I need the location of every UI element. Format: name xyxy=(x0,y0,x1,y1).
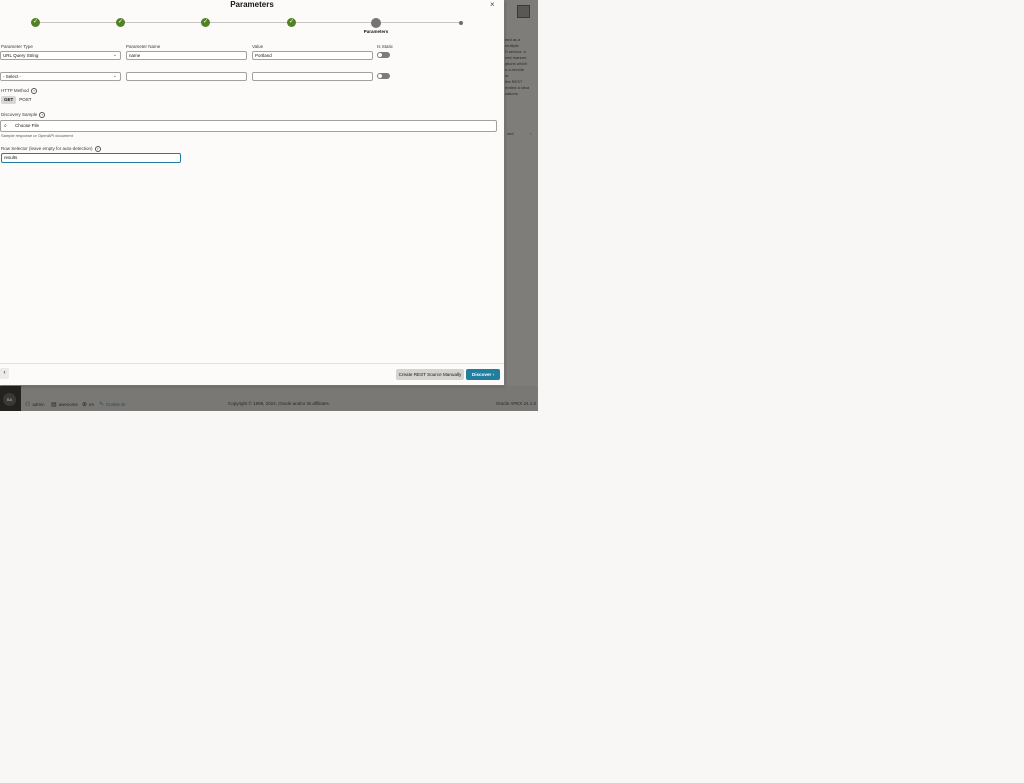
choose-file-button[interactable]: Choose File xyxy=(15,121,39,131)
discover-button[interactable]: Discover › xyxy=(466,369,500,380)
bg-side-text: ved xyxy=(507,131,514,136)
row-selector-input[interactable]: results xyxy=(1,153,181,163)
wizard-progress-line xyxy=(36,22,461,23)
discovery-sample-file-input[interactable]: ⌕ Choose File xyxy=(0,120,497,132)
app-footer xyxy=(0,386,538,411)
user-icon: ⚇ xyxy=(25,402,31,408)
bg-side-line: cations. xyxy=(505,91,519,96)
step-future xyxy=(459,20,463,25)
chevron-down-icon: ⌄ xyxy=(112,52,117,58)
globe-icon: ⊕ xyxy=(82,402,88,408)
avatar-initials: BA xyxy=(3,393,16,406)
footer-language[interactable]: ⊕ en xyxy=(82,401,94,408)
help-icon[interactable]: ? xyxy=(30,88,37,94)
col-value: Value xyxy=(252,44,264,49)
parameter-value-input[interactable]: Portland xyxy=(252,51,373,60)
step-label-current: Parameters xyxy=(363,29,389,34)
step-done-check-icon: ✓ xyxy=(201,18,210,27)
help-icon[interactable]: ? xyxy=(39,112,46,118)
parameter-value-input[interactable] xyxy=(252,72,373,81)
col-is-static: Is Static xyxy=(377,44,394,49)
is-static-toggle[interactable] xyxy=(377,52,390,58)
create-rest-source-manually-button[interactable]: Create REST Source Manually xyxy=(396,369,464,380)
step-done-check-icon: ✓ xyxy=(31,18,40,27)
step-current xyxy=(371,18,381,28)
help-icon[interactable]: ? xyxy=(94,146,101,152)
http-method-post[interactable]: POST xyxy=(16,96,34,104)
close-icon[interactable]: × xyxy=(490,0,495,9)
chevron-down-icon: ⌄ xyxy=(112,73,117,79)
http-method-get[interactable]: GET xyxy=(1,96,17,104)
back-button[interactable]: ‹ xyxy=(0,368,9,379)
footer-user[interactable]: ⚇ admin xyxy=(25,401,45,408)
folder-search-icon: ⌕ xyxy=(4,123,7,129)
footer-workspace[interactable]: ▤ awesome xyxy=(51,401,78,408)
step-done-check-icon: ✓ xyxy=(116,18,125,27)
parameter-type-select[interactable]: URL Query String ⌄ xyxy=(0,51,121,60)
parameter-type-select[interactable]: - Select - ⌄ xyxy=(0,72,121,81)
footer-builder-link[interactable]: ✎ Enable BI xyxy=(99,401,126,408)
workspace-icon: ▤ xyxy=(51,402,57,408)
footer-version: Oracle APEX 24.1.0 xyxy=(496,401,537,406)
is-static-toggle[interactable] xyxy=(377,73,390,79)
row-selector-label: Row Selector (leave empty for auto-detec… xyxy=(1,146,101,152)
bg-side-chevron: › xyxy=(530,131,532,136)
step-done-check-icon: ✓ xyxy=(287,18,296,27)
http-method-label: HTTP Method? xyxy=(1,88,37,94)
col-parameter-name: Parameter Name xyxy=(126,44,161,49)
http-method-radio-group: GET POST xyxy=(1,96,35,104)
pencil-icon: ✎ xyxy=(99,402,105,408)
parameter-name-input[interactable]: name xyxy=(126,51,247,60)
parameter-name-input[interactable] xyxy=(126,72,247,81)
footer-copyright: Copyright © 1999, 2024, Oracle and/or it… xyxy=(228,401,331,406)
col-parameter-type: Parameter Type xyxy=(1,44,33,49)
discovery-sample-description: Sample response or OpenAPI document xyxy=(1,133,73,138)
dialog-title: Parameters xyxy=(230,0,274,9)
discovery-sample-label: Discovery Sample? xyxy=(1,112,46,118)
expand-icon xyxy=(517,5,530,18)
avatar[interactable]: BA xyxy=(0,386,21,411)
create-rest-source-dialog: Parameters × ✓ ✓ ✓ ✓ Parameters Paramete… xyxy=(0,0,504,385)
